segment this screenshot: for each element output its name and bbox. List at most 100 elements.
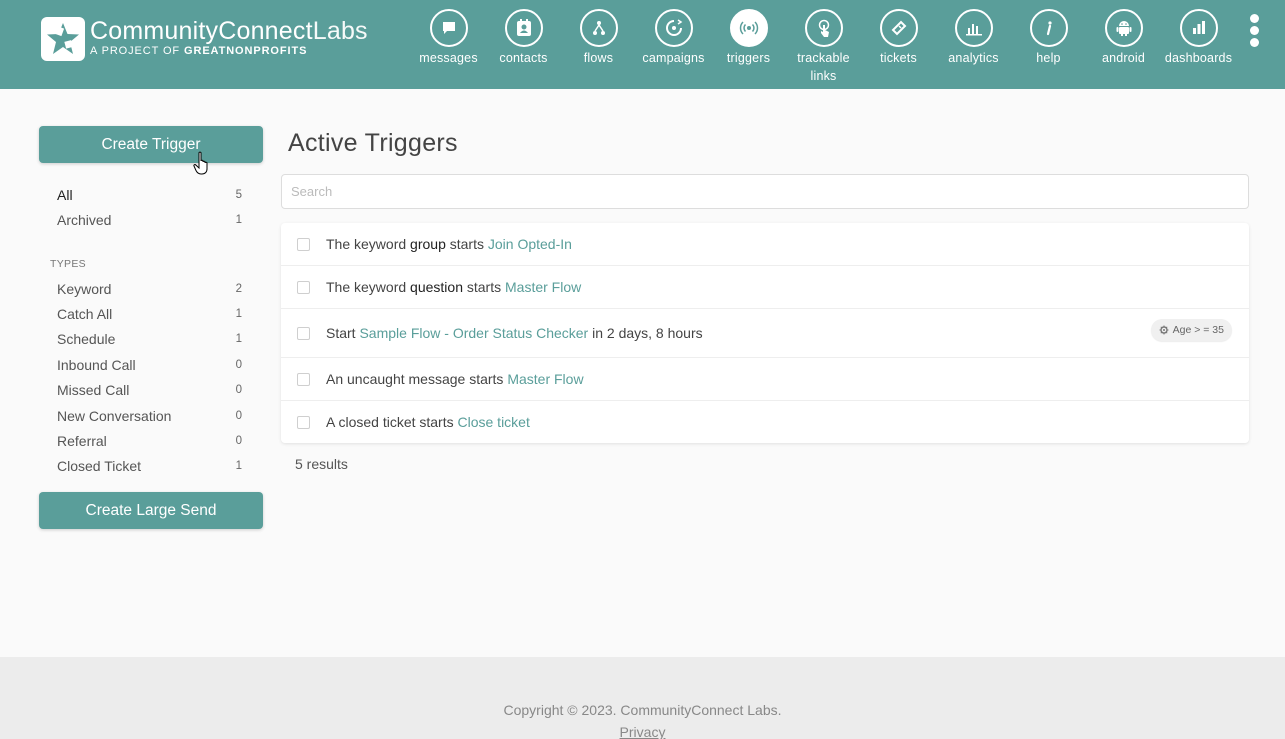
type-count: 1: [235, 333, 242, 346]
trigger-flow-link[interactable]: Close ticket: [458, 414, 530, 430]
type-inbound-call[interactable]: Inbound Call 0: [39, 352, 263, 377]
row-checkbox[interactable]: [297, 372, 310, 386]
more-menu-icon[interactable]: [1246, 14, 1262, 48]
filter-label: Archived: [57, 211, 112, 228]
type-missed-call[interactable]: Missed Call 0: [39, 378, 263, 403]
type-keyword[interactable]: Keyword 2: [39, 276, 263, 301]
filter-count: 1: [235, 213, 242, 226]
copyright-text: Copyright © 2023. CommunityConnect Labs.: [503, 702, 782, 718]
types-list: Keyword 2 Catch All 1 Schedule 1 Inbound Ca…: [39, 276, 263, 479]
nav-triggers[interactable]: triggers: [711, 9, 786, 85]
type-label: Catch All: [57, 306, 113, 323]
nav-help[interactable]: help: [1011, 9, 1086, 85]
trigger-row[interactable]: The keyword question starts Master Flow: [281, 266, 1249, 309]
nav-label: android: [1101, 51, 1146, 65]
type-count: 1: [235, 308, 242, 321]
type-count: 0: [235, 384, 242, 397]
trigger-flow-link[interactable]: Join Opted-In: [488, 236, 572, 252]
logo-icon: [41, 17, 85, 61]
trigger-flow-link[interactable]: Master Flow: [505, 279, 581, 295]
nav-label: dashboards: [1164, 51, 1233, 65]
type-catch-all[interactable]: Catch All 1: [39, 301, 263, 326]
row-checkbox[interactable]: [297, 326, 310, 340]
nav-label: campaigns: [642, 51, 705, 65]
trigger-text: A closed ticket starts Close ticket: [326, 414, 530, 430]
nav-flows[interactable]: flows: [561, 9, 636, 85]
type-label: Inbound Call: [57, 356, 136, 373]
nav-dashboards[interactable]: dashboards: [1161, 9, 1236, 85]
trigger-row[interactable]: The keyword group starts Join Opted-In: [281, 223, 1249, 266]
type-label: Missed Call: [57, 382, 130, 399]
hand-cursor-icon: [193, 151, 208, 175]
nav-label: tickets: [880, 51, 917, 65]
trigger-row[interactable]: An uncaught message starts Master Flow: [281, 358, 1249, 401]
row-checkbox[interactable]: [297, 280, 310, 294]
brand-name: CommunityConnectLabs: [90, 17, 368, 45]
trigger-row[interactable]: Start Sample Flow - Order Status Checker…: [281, 309, 1249, 358]
nav-label: analytics: [948, 51, 999, 65]
nav-label: triggers: [726, 51, 771, 65]
type-label: Referral: [57, 433, 107, 450]
trigger-text: The keyword question starts Master Flow: [326, 279, 582, 295]
type-label: Schedule: [57, 331, 116, 348]
type-label: Closed Ticket: [57, 458, 142, 475]
trigger-text: Start Sample Flow - Order Status Checker…: [326, 325, 703, 341]
nav-label: contacts: [499, 51, 548, 65]
type-schedule[interactable]: Schedule 1: [39, 327, 263, 352]
search-input[interactable]: [281, 174, 1249, 209]
row-checkbox[interactable]: [297, 237, 310, 251]
dashboards-icon: [1192, 21, 1205, 34]
nav-tickets[interactable]: tickets: [861, 9, 936, 85]
type-count: 0: [235, 435, 242, 448]
type-count: 1: [235, 460, 242, 473]
brand-logo-link[interactable]: CommunityConnectLabs A PROJECT OF GREATN…: [41, 17, 368, 61]
nav-label: trackable links: [797, 51, 850, 83]
results-count: 5 results: [295, 456, 348, 472]
type-new-conversation[interactable]: New Conversation 0: [39, 403, 263, 428]
create-large-send-button[interactable]: Create Large Send: [39, 492, 263, 530]
row-checkbox[interactable]: [297, 415, 310, 429]
nav-label: flows: [583, 51, 614, 65]
page-title: Active Triggers: [288, 129, 458, 157]
trackable-links-icon: [818, 19, 829, 37]
nav-analytics[interactable]: analytics: [936, 9, 1011, 85]
trigger-list: The keyword group starts Join Opted-In T…: [281, 223, 1249, 443]
type-closed-ticket[interactable]: Closed Ticket 1: [39, 454, 263, 479]
main-nav: messages contacts flows campaigns trigge…: [411, 9, 1236, 85]
triggers-icon: [739, 21, 758, 35]
main-content: Active Triggers The keyword group starts…: [281, 126, 1249, 472]
campaigns-icon: [665, 19, 682, 36]
trigger-row[interactable]: A closed ticket starts Close ticket: [281, 401, 1249, 443]
message-icon: [442, 22, 455, 34]
tickets-icon: [891, 20, 906, 36]
nav-messages[interactable]: messages: [411, 9, 486, 85]
type-label: New Conversation: [57, 407, 172, 424]
privacy-link[interactable]: Privacy: [620, 723, 666, 739]
type-label: Keyword: [57, 280, 112, 297]
nav-label: help: [1036, 51, 1061, 65]
top-navigation-bar: CommunityConnectLabs A PROJECT OF GREATN…: [0, 0, 1285, 89]
nav-trackable-links[interactable]: trackable links: [786, 9, 861, 85]
nav-label: messages: [419, 51, 478, 65]
type-referral[interactable]: Referral 0: [39, 428, 263, 453]
nav-contacts[interactable]: contacts: [486, 9, 561, 85]
create-trigger-button[interactable]: Create Trigger: [39, 126, 263, 163]
brand-subtitle: A PROJECT OF GREATNONPROFITS: [90, 45, 308, 57]
footer: Copyright © 2023. CommunityConnect Labs.…: [0, 657, 1285, 739]
trigger-text: The keyword group starts Join Opted-In: [326, 236, 572, 252]
type-count: 2: [235, 282, 242, 295]
sidebar: Create Trigger All 5 Archived 1 TYPES Ke…: [39, 126, 263, 530]
contacts-icon: [516, 19, 531, 36]
filter-all[interactable]: All 5: [39, 182, 263, 207]
type-count: 0: [235, 409, 242, 422]
trigger-flow-link[interactable]: Master Flow: [507, 371, 583, 387]
group-filter-badge: Age > = 35: [1150, 319, 1232, 341]
nav-android[interactable]: android: [1086, 9, 1161, 85]
trigger-text: An uncaught message starts Master Flow: [326, 371, 584, 387]
trigger-flow-link[interactable]: Sample Flow - Order Status Checker: [359, 325, 588, 341]
filter-label: All: [57, 186, 73, 203]
filter-list: All 5 Archived 1: [39, 182, 263, 232]
help-icon: [1046, 21, 1052, 36]
nav-campaigns[interactable]: campaigns: [636, 9, 711, 85]
filter-archived[interactable]: Archived 1: [39, 207, 263, 232]
